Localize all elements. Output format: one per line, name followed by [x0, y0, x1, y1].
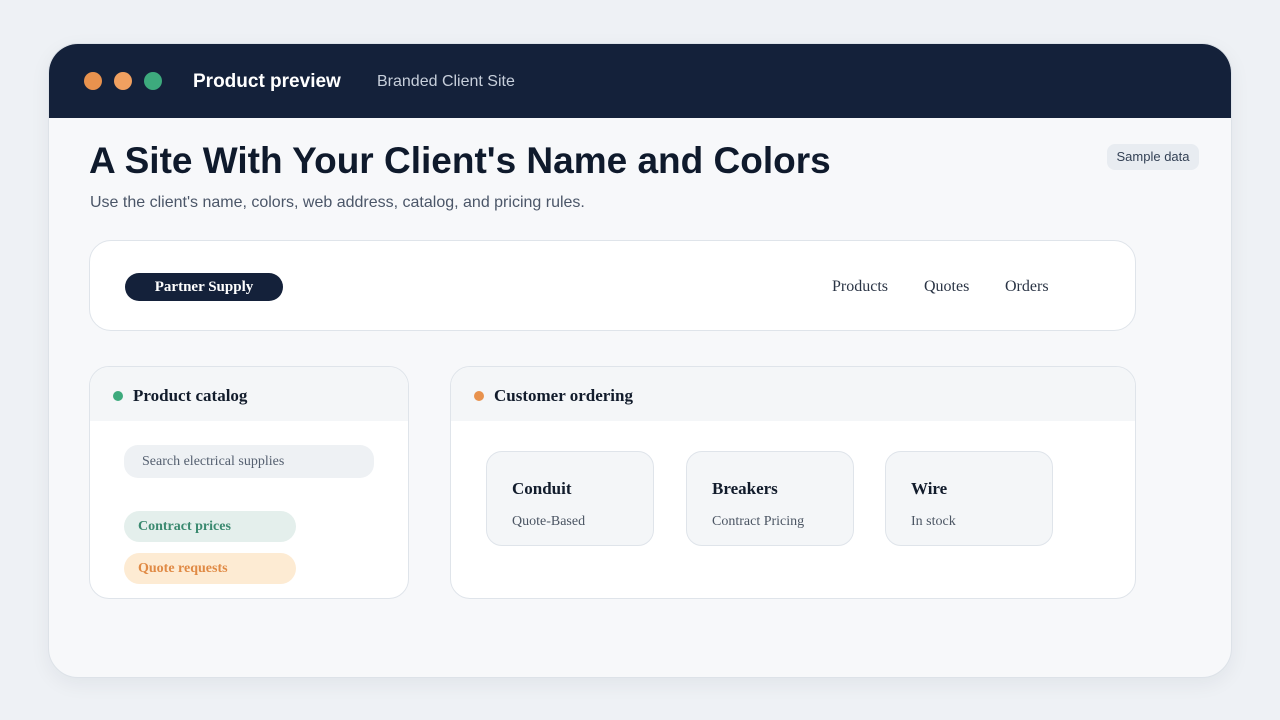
site-nav-bar: Partner Supply Products Quotes Orders [89, 240, 1136, 331]
close-dot-icon[interactable] [84, 72, 102, 90]
maximize-dot-icon[interactable] [144, 72, 162, 90]
nav-link-orders[interactable]: Orders [1005, 278, 1049, 296]
nav-link-quotes[interactable]: Quotes [924, 278, 969, 296]
page-title: A Site With Your Client's Name and Color… [89, 140, 831, 181]
product-preview-window: Product preview Branded Client Site A Si… [48, 43, 1232, 678]
product-status: Quote-Based [512, 514, 586, 529]
product-catalog-header: Product catalog [90, 367, 408, 421]
product-status: Contract Pricing [712, 514, 805, 529]
product-name: Conduit [512, 479, 572, 498]
customer-ordering-panel: Customer ordering Conduit Quote-Based Br… [450, 366, 1136, 599]
contract-prices-chip[interactable]: Contract prices [124, 511, 296, 542]
window-title: Product preview [193, 71, 341, 92]
orange-status-dot-icon [474, 391, 484, 401]
window-subtitle: Branded Client Site [377, 73, 515, 90]
product-card-wire[interactable]: Wire In stock [885, 451, 1053, 546]
product-catalog-title: Product catalog [133, 386, 248, 405]
green-status-dot-icon [113, 391, 123, 401]
quote-requests-chip[interactable]: Quote requests [124, 553, 296, 584]
minimize-dot-icon[interactable] [114, 72, 132, 90]
product-catalog-panel: Product catalog Contract prices Quote re… [89, 366, 409, 599]
nav-link-products[interactable]: Products [832, 278, 888, 296]
customer-ordering-title: Customer ordering [494, 386, 633, 405]
window-titlebar: Product preview Branded Client Site [49, 44, 1231, 118]
product-status: In stock [911, 514, 956, 529]
sample-data-badge: Sample data [1107, 144, 1199, 170]
search-input[interactable] [124, 445, 374, 478]
brand-logo[interactable]: Partner Supply [125, 273, 283, 301]
page-subtitle: Use the client's name, colors, web addre… [90, 194, 585, 211]
customer-ordering-header: Customer ordering [451, 367, 1135, 421]
product-name: Wire [911, 479, 948, 498]
product-card-conduit[interactable]: Conduit Quote-Based [486, 451, 654, 546]
product-card-breakers[interactable]: Breakers Contract Pricing [686, 451, 854, 546]
product-name: Breakers [712, 479, 778, 498]
